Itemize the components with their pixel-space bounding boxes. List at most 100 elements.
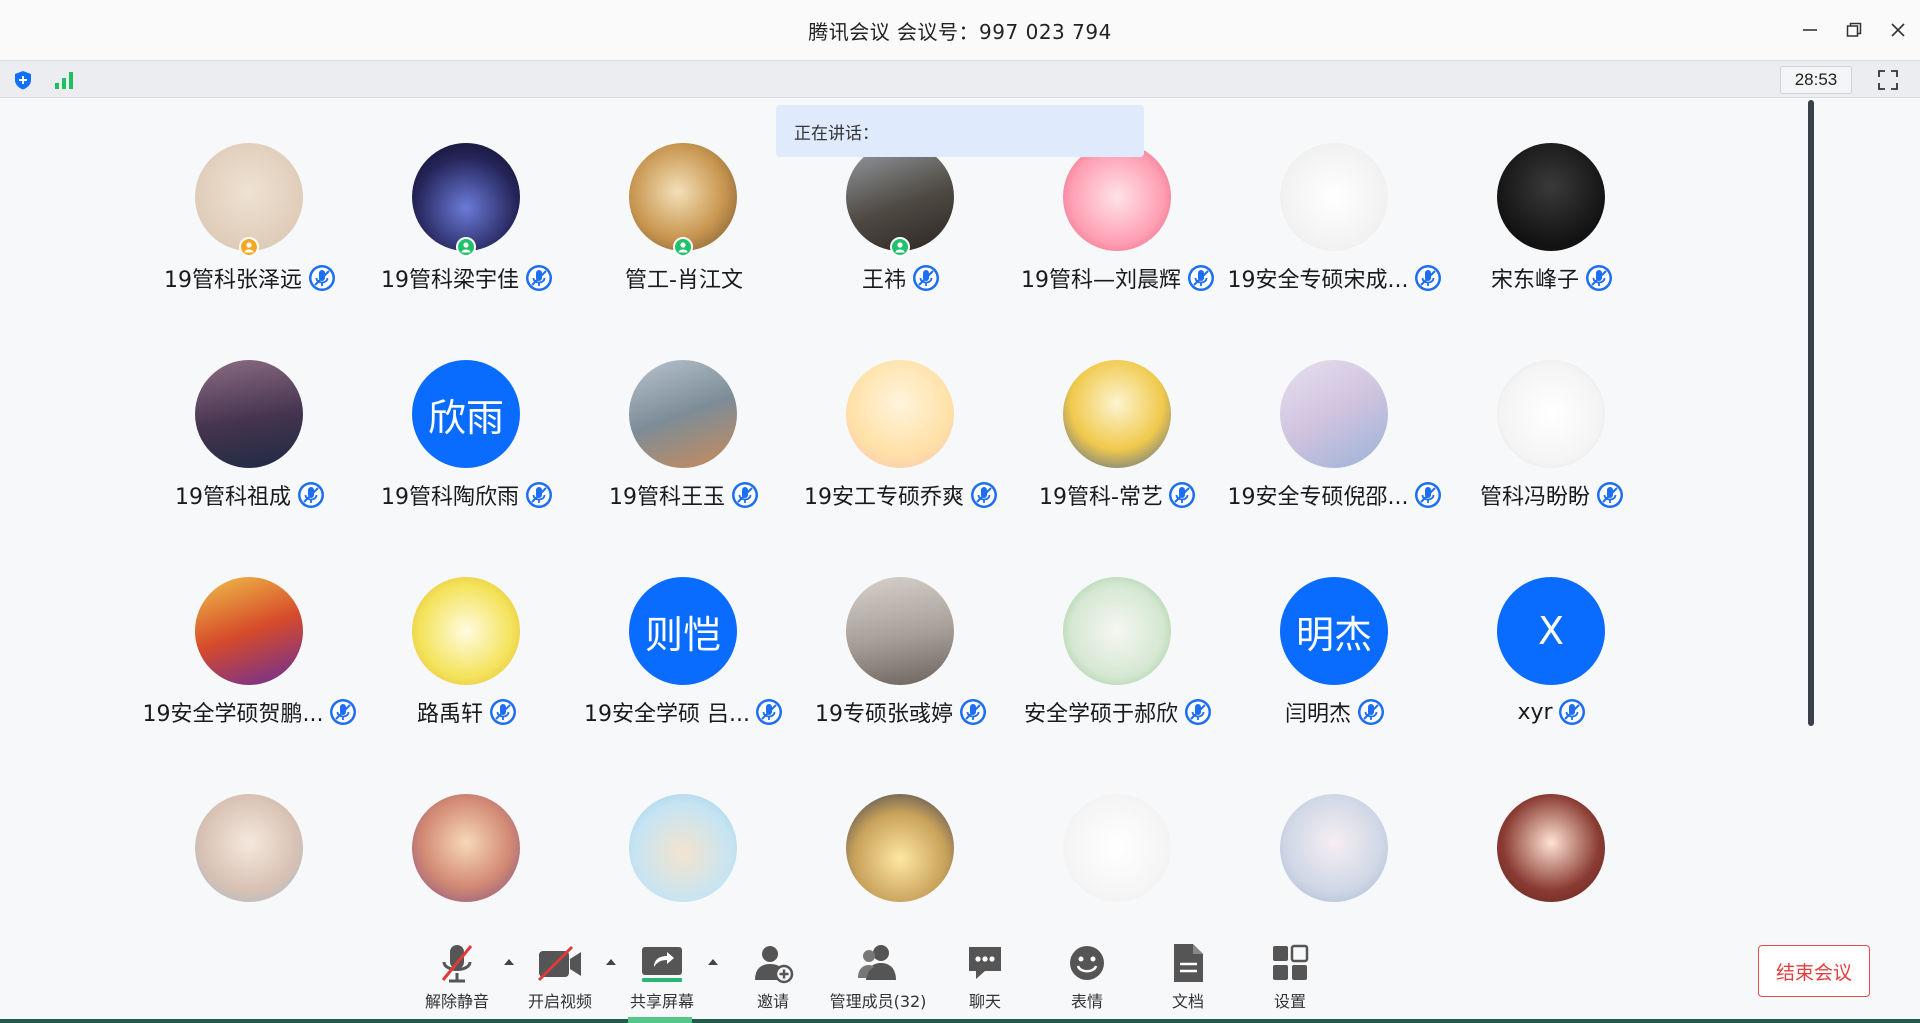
caret-up-icon [708, 959, 718, 965]
participant-avatar[interactable] [195, 794, 303, 902]
restore-button[interactable] [1832, 0, 1876, 60]
participant-avatar[interactable]: 明杰 [1280, 577, 1388, 685]
chat-button[interactable]: 聊天 [940, 940, 1030, 1018]
participant-tile[interactable]: 19安全专硕宋成... [1225, 143, 1445, 333]
network-status-button[interactable] [50, 66, 78, 94]
participant-avatar[interactable] [1280, 143, 1388, 251]
participant-tile[interactable]: 路禹轩 [357, 577, 577, 767]
participant-tile[interactable] [1442, 794, 1662, 908]
reactions-button[interactable]: 表情 [1042, 940, 1132, 1018]
participant-avatar[interactable]: X [1497, 577, 1605, 685]
participant-avatar[interactable] [412, 143, 520, 251]
participant-name: 19管科张泽远 [164, 268, 302, 293]
start-video-button[interactable]: 开启视频 [515, 940, 605, 1018]
participant-tile[interactable] [791, 794, 1011, 908]
muted-mic-badge [1168, 481, 1197, 510]
participant-avatar[interactable] [1497, 360, 1605, 468]
participant-tile[interactable] [1008, 794, 1228, 908]
participant-tile[interactable]: 明杰闫明杰 [1225, 577, 1445, 767]
apps-grid-icon [1273, 944, 1309, 980]
fullscreen-button[interactable] [1874, 67, 1902, 93]
participant-tile[interactable] [1225, 794, 1445, 908]
participant-avatar[interactable]: 则恺 [629, 577, 737, 685]
participant-tile[interactable]: 19管科梁宇佳 [357, 143, 577, 333]
participant-avatar[interactable] [195, 143, 303, 251]
cohost-badge [456, 237, 476, 257]
participant-avatar[interactable] [846, 360, 954, 468]
muted-mic-badge [958, 698, 987, 727]
participant-tile[interactable]: 19管科祖成 [140, 360, 360, 550]
participant-avatar[interactable] [1063, 577, 1171, 685]
close-icon [1891, 23, 1905, 37]
participant-tile[interactable]: 宋东峰子 [1442, 143, 1662, 333]
person-icon [678, 242, 688, 253]
participant-avatar[interactable] [412, 577, 520, 685]
participant-tile[interactable]: 欣雨 19管科陶欣雨 [357, 360, 577, 550]
participant-avatar[interactable] [846, 577, 954, 685]
manage-members-button[interactable]: 管理成员(32) [830, 940, 926, 1018]
participant-tile[interactable]: 王祎 [791, 143, 1011, 333]
participant-tile[interactable] [140, 794, 360, 908]
participant-name: 19管科王玉 [609, 485, 725, 510]
participant-tile[interactable]: 管科冯盼盼 [1442, 360, 1662, 550]
participant-name: 闫明杰 [1284, 702, 1351, 727]
minimize-button[interactable] [1788, 0, 1832, 60]
participant-avatar[interactable] [1497, 794, 1605, 902]
person-icon [244, 242, 254, 253]
participant-tile[interactable]: 19安全学硕贺鹏... [140, 577, 360, 767]
participant-tile[interactable]: 则恺 19安全学硕 吕... [574, 577, 794, 767]
participant-avatar[interactable] [412, 794, 520, 902]
participant-avatar[interactable] [846, 143, 954, 251]
title-bar: 腾讯会议 会议号：997 023 794 [0, 0, 1920, 60]
muted-mic-badge [296, 481, 325, 510]
participant-tile[interactable]: 19专硕张彧婷 [791, 577, 1011, 767]
document-icon [1174, 944, 1203, 982]
participant-avatar[interactable] [846, 794, 954, 902]
participant-tile[interactable]: Xxyr [1442, 577, 1662, 767]
manage-members-label: 管理成员(32) [829, 992, 927, 1011]
unmute-button[interactable]: 解除静音 [412, 940, 502, 1018]
shield-plus-icon [15, 71, 31, 90]
settings-button[interactable]: 设置 [1245, 940, 1335, 1018]
participant-avatar[interactable] [1063, 794, 1171, 902]
caret-up-icon [504, 959, 514, 965]
avatar-initials: 明杰 [1295, 612, 1372, 657]
participant-name: 安全学硕于郝欣 [1023, 702, 1178, 727]
participant-tile[interactable]: 管工-肖江文 [574, 143, 794, 333]
end-meeting-button[interactable]: 结束会议 [1758, 945, 1870, 997]
members-icon [858, 945, 896, 980]
participant-avatar[interactable] [1280, 794, 1388, 902]
participant-name: 19管科陶欣雨 [381, 485, 519, 510]
window-controls [1788, 0, 1920, 60]
grid-scrollbar[interactable] [1808, 100, 1814, 726]
participant-avatar[interactable] [629, 794, 737, 902]
close-button[interactable] [1876, 0, 1920, 60]
share-options-caret[interactable] [704, 955, 722, 969]
participant-tile[interactable]: 19管科—刘晨辉 [1008, 143, 1228, 333]
participant-tile[interactable]: 19安全专硕倪邵... [1225, 360, 1445, 550]
participant-name: 宋东峰子 [1490, 268, 1579, 293]
participant-avatar[interactable] [1497, 143, 1605, 251]
participant-avatar[interactable] [195, 360, 303, 468]
participant-tile[interactable]: 19管科-常艺 [1008, 360, 1228, 550]
participant-avatar[interactable] [1063, 143, 1171, 251]
security-button[interactable] [9, 66, 37, 94]
participant-avatar[interactable] [195, 577, 303, 685]
participant-avatar[interactable] [629, 143, 737, 251]
mic-muted-icon [308, 265, 335, 291]
invite-button[interactable]: 邀请 [728, 940, 818, 1018]
participant-tile[interactable]: 安全学硕于郝欣 [1008, 577, 1228, 767]
participant-tile[interactable]: 19管科张泽远 [140, 143, 360, 333]
participant-tile[interactable] [357, 794, 577, 908]
participant-avatar[interactable] [1280, 360, 1388, 468]
meeting-timer: 28:53 [1780, 66, 1852, 94]
participant-avatar[interactable]: 欣雨 [412, 360, 520, 468]
caret-up-icon [606, 959, 616, 965]
participant-tile[interactable] [574, 794, 794, 908]
participant-avatar[interactable] [629, 360, 737, 468]
share-screen-button[interactable]: 共享屏幕 [617, 940, 707, 1018]
documents-button[interactable]: 文档 [1143, 940, 1233, 1018]
participant-tile[interactable]: 19安工专硕乔爽 [791, 360, 1011, 550]
participant-tile[interactable]: 19管科王玉 [574, 360, 794, 550]
participant-avatar[interactable] [1063, 360, 1171, 468]
